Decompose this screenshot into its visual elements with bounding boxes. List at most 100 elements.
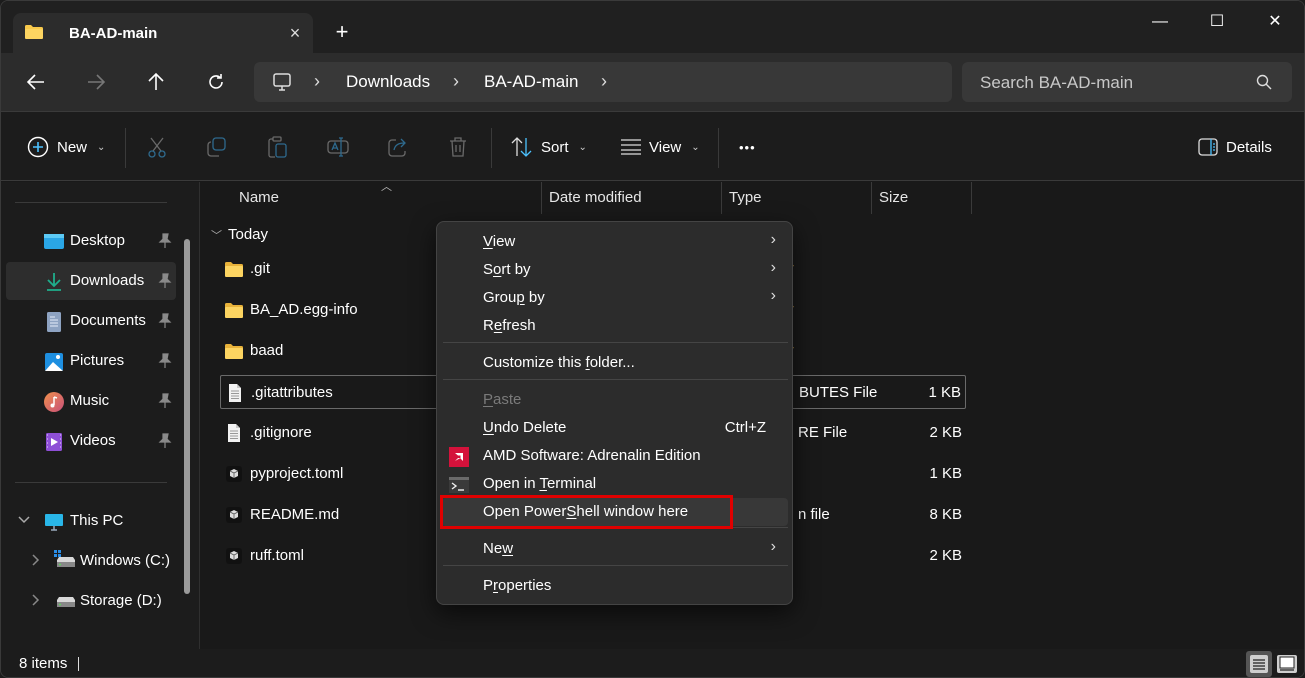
more-options-button[interactable]: •••: [739, 134, 756, 160]
copy-button[interactable]: [207, 134, 227, 160]
pin-icon[interactable]: [158, 273, 172, 289]
menu-item-view[interactable]: View ›: [441, 228, 788, 256]
breadcrumb-ba-ad-main[interactable]: BA-AD-main: [484, 72, 578, 92]
minimize-button[interactable]: —: [1140, 9, 1180, 35]
chevron-right-icon[interactable]: [32, 554, 40, 566]
close-window-button[interactable]: ✕: [1255, 9, 1295, 35]
new-button[interactable]: New ⌄: [27, 134, 105, 160]
search-input[interactable]: Search BA-AD-main: [980, 73, 1133, 93]
column-divider[interactable]: [721, 182, 722, 214]
sidebar-item-documents[interactable]: Documents: [6, 302, 176, 340]
menu-separator: [443, 527, 788, 528]
view-button[interactable]: View ⌄: [621, 134, 700, 160]
menu-item-label: New: [483, 540, 513, 557]
file-name: .gitattributes: [251, 384, 333, 401]
menu-item-amd-software-adrenalin-edition[interactable]: AMD Software: Adrenalin Edition: [441, 442, 788, 470]
delete-button[interactable]: [448, 134, 468, 160]
column-header-date-modified[interactable]: Date modified: [549, 182, 642, 214]
list-view-icon: [621, 139, 641, 155]
chevron-right-icon[interactable]: ›: [453, 71, 459, 92]
column-divider[interactable]: [871, 182, 872, 214]
tab-title: BA-AD-main: [69, 25, 158, 42]
this-pc-icon: [273, 73, 291, 91]
menu-item-refresh[interactable]: Refresh: [441, 312, 788, 340]
menu-item-new[interactable]: New ›: [441, 535, 788, 563]
close-tab-icon[interactable]: ×: [285, 23, 305, 43]
cut-button[interactable]: [147, 134, 167, 160]
label-text: aste: [493, 391, 522, 408]
column-divider[interactable]: [541, 182, 542, 214]
copy-icon: [207, 137, 226, 157]
sort-button[interactable]: Sort ⌄: [511, 134, 587, 160]
tab-ba-ad-main[interactable]: BA-AD-main ×: [13, 13, 313, 54]
search-box[interactable]: Search BA-AD-main: [962, 62, 1292, 102]
pin-icon[interactable]: [158, 233, 172, 249]
forward-button[interactable]: [83, 69, 109, 95]
large-icons-view-button[interactable]: [1274, 651, 1300, 677]
sidebar-item-label: Pictures: [70, 352, 125, 369]
maximize-button[interactable]: ☐: [1197, 9, 1237, 35]
folder-icon: [225, 301, 243, 319]
sidebar-item-storage-d[interactable]: Storage (D:): [6, 582, 176, 620]
plus-circle-icon: [27, 136, 49, 158]
address-bar[interactable]: › Downloads › BA-AD-main ›: [254, 62, 952, 102]
text-file-icon: [225, 424, 243, 442]
sidebar-item-windows-c[interactable]: Windows (C:): [6, 542, 176, 580]
pin-icon[interactable]: [158, 433, 172, 449]
menu-item-open-powershell-window-here[interactable]: Open PowerShell window here: [441, 498, 788, 526]
toml-file-icon: [225, 506, 243, 524]
sidebar-scrollbar[interactable]: [184, 239, 190, 594]
column-divider[interactable]: [971, 182, 972, 214]
chevron-right-icon[interactable]: [32, 594, 40, 606]
column-header-type[interactable]: Type: [729, 182, 762, 214]
details-view-icon: [1250, 655, 1268, 673]
menu-item-open-in-terminal[interactable]: Open in Terminal: [441, 470, 788, 498]
group-label: Today: [228, 226, 269, 243]
chevron-right-icon[interactable]: ›: [314, 71, 320, 92]
sidebar-item-pictures[interactable]: Pictures: [6, 342, 176, 380]
access-key: T: [539, 475, 547, 492]
new-tab-button[interactable]: +: [331, 21, 353, 43]
chevron-down-icon: ⌄: [97, 141, 106, 153]
share-button[interactable]: [388, 134, 408, 160]
file-type: RE File: [798, 424, 848, 441]
label-text: Ne: [483, 540, 503, 557]
group-header-today[interactable]: ﹀ Today: [211, 226, 268, 243]
sort-icon: [511, 137, 532, 157]
details-view-button[interactable]: [1246, 651, 1272, 677]
documents-icon: [47, 312, 61, 332]
sidebar-item-music[interactable]: Music: [6, 382, 176, 420]
pin-icon[interactable]: [158, 353, 172, 369]
search-icon[interactable]: [1256, 74, 1272, 90]
breadcrumb-downloads[interactable]: Downloads: [346, 72, 430, 92]
details-pane-button[interactable]: Details: [1198, 134, 1272, 160]
rename-button[interactable]: [327, 134, 349, 160]
menu-item-undo-delete[interactable]: Undo Delete Ctrl+Z: [441, 414, 788, 442]
up-button[interactable]: [143, 69, 169, 95]
sidebar-item-label: Desktop: [70, 232, 126, 249]
pin-icon[interactable]: [158, 313, 172, 329]
menu-item-group-by[interactable]: Group by ›: [441, 284, 788, 312]
chevron-right-icon[interactable]: ›: [601, 71, 607, 92]
chevron-down-icon[interactable]: [18, 516, 30, 524]
file-explorer-window: BA-AD-main × + — ☐ ✕ › Downloads › BA-AD…: [0, 0, 1305, 678]
menu-item-properties[interactable]: Properties: [441, 572, 788, 600]
desktop-icon: [44, 234, 64, 249]
menu-item-customize-this-folder[interactable]: Customize this folder...: [441, 349, 788, 377]
pin-icon[interactable]: [158, 393, 172, 409]
column-header-name[interactable]: Name: [239, 182, 279, 214]
sidebar-item-downloads[interactable]: Downloads: [6, 262, 176, 300]
title-bar: BA-AD-main × + — ☐ ✕: [1, 1, 1304, 54]
menu-separator: [443, 342, 788, 343]
refresh-button[interactable]: [203, 69, 229, 95]
column-header-size[interactable]: Size: [879, 182, 908, 214]
sidebar-item-this-pc[interactable]: This PC: [6, 502, 176, 540]
status-bar: 8 items: [1, 649, 1304, 677]
label-text: AMD Software: Adrenalin Edition: [483, 447, 701, 464]
back-button[interactable]: [23, 69, 49, 95]
paste-button[interactable]: [268, 134, 288, 160]
menu-item-sort-by[interactable]: Sort by ›: [441, 256, 788, 284]
sidebar-item-videos[interactable]: Videos: [6, 422, 176, 460]
refresh-icon: [209, 74, 223, 89]
sidebar-item-desktop[interactable]: Desktop: [6, 222, 176, 260]
